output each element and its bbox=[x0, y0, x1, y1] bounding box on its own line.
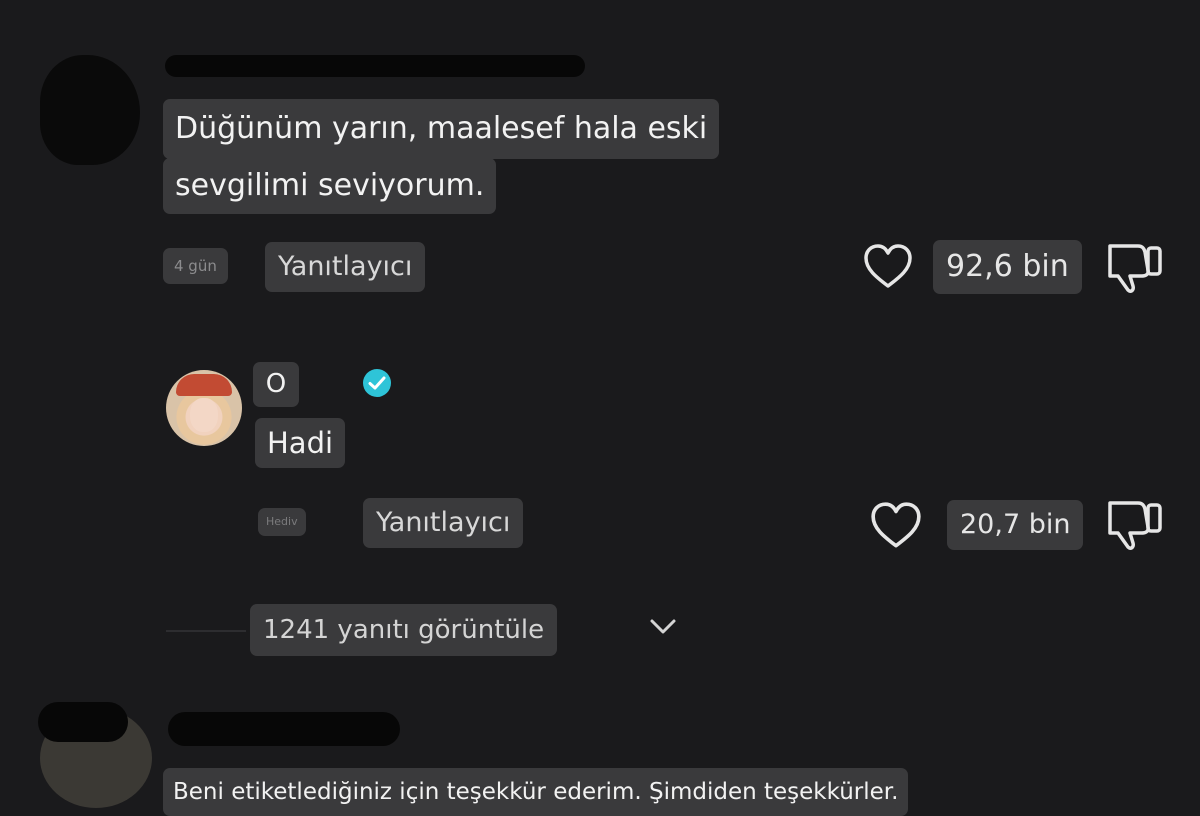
redacted-scribble bbox=[38, 702, 128, 742]
reply-avatar[interactable] bbox=[166, 370, 242, 446]
redacted-username bbox=[165, 55, 585, 77]
avatar-redacted[interactable] bbox=[40, 55, 140, 165]
reply-like-count: 20,7 bin bbox=[947, 500, 1084, 550]
like-count: 92,6 bin bbox=[933, 240, 1082, 294]
comment-text-line-2: sevgilimi seviyorum. bbox=[163, 158, 497, 214]
reply-button[interactable]: Yanıtlayıcı bbox=[265, 242, 426, 292]
thumbs-down-icon[interactable] bbox=[1104, 240, 1166, 296]
thumbs-down-icon[interactable] bbox=[1104, 497, 1166, 553]
chevron-down-icon[interactable] bbox=[647, 614, 679, 638]
replies-divider bbox=[166, 630, 246, 632]
reply-reply-button[interactable]: Yanıtlayıcı bbox=[363, 498, 524, 548]
heart-icon[interactable] bbox=[869, 500, 923, 552]
reply-text: Hadi bbox=[255, 418, 346, 468]
comment-age: 4 gün bbox=[163, 248, 228, 284]
view-replies-button[interactable]: 1241 yanıtı görüntüle bbox=[250, 604, 558, 656]
comment-text-line-1: Düğünüm yarın, maalesef hala eski bbox=[163, 99, 720, 159]
redacted-username bbox=[168, 712, 400, 746]
reply-age: Hediv bbox=[258, 508, 306, 536]
verified-badge-icon bbox=[361, 367, 393, 399]
comment-text: Beni etiketlediğiniz için teşekkür ederi… bbox=[163, 768, 909, 816]
heart-icon[interactable] bbox=[862, 242, 914, 292]
reply-username: O bbox=[253, 362, 299, 407]
